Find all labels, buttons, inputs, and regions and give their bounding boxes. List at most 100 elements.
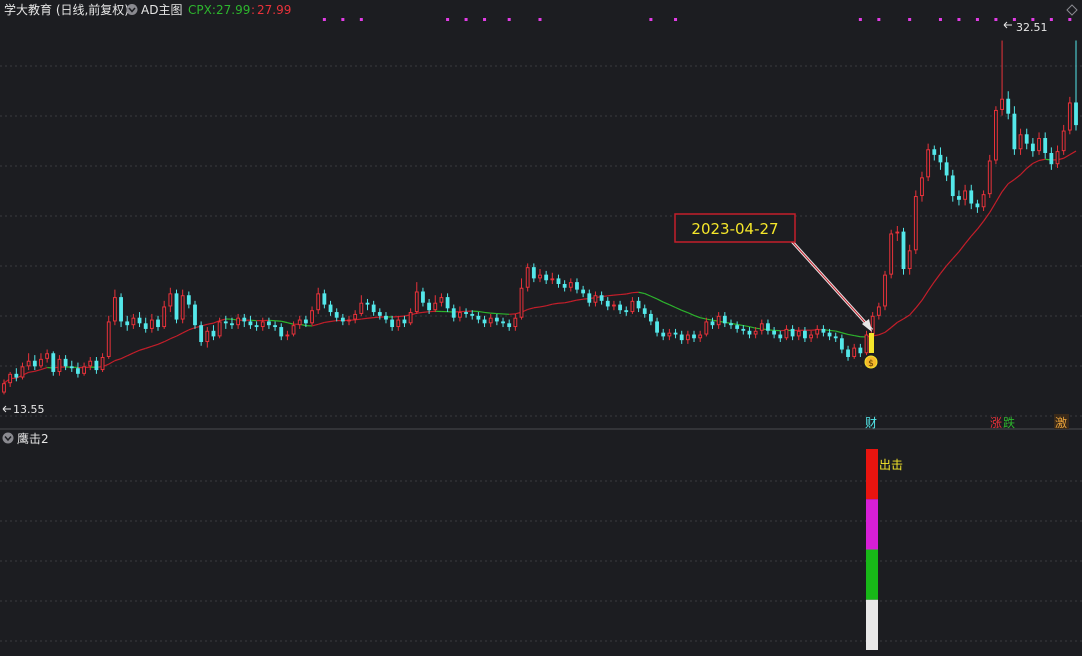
main-indicator-menu-icon[interactable] — [127, 4, 138, 15]
candle-body — [680, 335, 684, 341]
candle-body — [668, 333, 671, 336]
candle-body — [421, 291, 425, 302]
candle — [988, 155, 991, 198]
candle-body — [969, 190, 973, 203]
signal-marker — [976, 18, 979, 21]
candle-body — [64, 359, 68, 366]
candle-body — [532, 267, 536, 278]
candle-body — [785, 329, 788, 337]
event-tag-ji[interactable]: 激 — [1055, 416, 1067, 430]
candle-body — [83, 367, 86, 373]
candle-body — [138, 318, 142, 324]
candle — [884, 271, 887, 310]
candle-body — [884, 275, 887, 306]
candle-body — [754, 331, 757, 334]
candle-body — [403, 320, 407, 324]
candle-body — [501, 321, 505, 323]
cpx-value-red: 27.99 — [257, 3, 291, 17]
candle-body — [1062, 131, 1065, 151]
candle-body — [329, 305, 333, 312]
candle-body — [945, 162, 949, 175]
candle-body — [452, 308, 456, 317]
signal-marker — [957, 18, 960, 21]
candle-body — [249, 321, 253, 325]
candle-body — [587, 293, 591, 302]
candle-body — [890, 234, 893, 274]
signal-marker — [465, 18, 468, 21]
candle-body — [1043, 138, 1047, 153]
candle-body — [1025, 134, 1029, 143]
candle-body — [834, 336, 838, 338]
candle-body — [427, 303, 431, 310]
candle-body — [927, 150, 930, 177]
candle-body — [440, 298, 443, 303]
event-tag-zhang[interactable]: 涨 — [990, 415, 1002, 430]
candle-body — [828, 333, 832, 337]
candle-body — [821, 329, 825, 333]
signal-marker — [859, 18, 862, 21]
ma-segment — [485, 312, 491, 313]
candle — [1068, 97, 1071, 134]
candle-body — [14, 374, 18, 378]
candle-body — [840, 338, 844, 349]
event-tag-die[interactable]: 跌 — [1003, 415, 1015, 430]
signal-marker — [341, 18, 344, 21]
candle-body — [526, 268, 529, 288]
candle-body — [569, 283, 572, 288]
candle-body — [304, 320, 308, 324]
candle-body — [1056, 152, 1059, 164]
signal-bar-segment — [866, 600, 878, 650]
candle-body — [539, 275, 542, 278]
candle-body — [446, 297, 450, 308]
candle-body — [267, 321, 271, 325]
main-indicator-label[interactable]: AD主图 — [141, 3, 182, 17]
candle-body — [594, 296, 597, 302]
candle-body — [581, 290, 585, 294]
candle-body — [27, 361, 30, 366]
candle-body — [390, 320, 394, 327]
candle-body — [816, 329, 819, 334]
candle-body — [921, 178, 924, 196]
candle-body — [613, 305, 616, 306]
candle-body — [132, 318, 135, 324]
candle-body — [896, 232, 899, 233]
signal-marker — [1068, 18, 1071, 21]
candle-body — [348, 320, 351, 321]
chart-canvas[interactable]: 学大教育 (日线,前复权) AD主图 CPX: 27.99 : 27.99 32… — [0, 0, 1082, 652]
candle-body — [156, 320, 160, 327]
candle-body — [335, 312, 339, 318]
candle-body — [384, 316, 388, 320]
candle-body — [797, 331, 800, 336]
ma-segment — [361, 318, 367, 319]
candle-body — [932, 149, 936, 155]
candle-body — [699, 335, 702, 338]
candle-body — [778, 335, 782, 339]
candle-body — [939, 155, 943, 162]
sub-indicator-menu-icon[interactable] — [3, 433, 14, 444]
candle-body — [865, 335, 868, 353]
candle — [890, 230, 893, 279]
candle — [175, 290, 179, 324]
candle-body — [988, 161, 991, 194]
candle-body — [964, 191, 967, 199]
candle-body — [575, 282, 579, 289]
chart-window: 学大教育 (日线,前复权) AD主图 CPX: 27.99 : 27.99 32… — [0, 0, 1082, 652]
low-price-label: 13.55 — [13, 403, 45, 416]
candle-body — [551, 279, 554, 280]
candle-body — [507, 323, 511, 327]
candle-body — [354, 314, 357, 319]
candle-body — [631, 301, 634, 311]
event-tag-cai[interactable]: 财 — [865, 416, 877, 430]
candle-body — [994, 110, 997, 160]
candle-body — [372, 305, 376, 312]
ma-segment — [398, 316, 404, 317]
candle-body — [341, 318, 345, 322]
candle-body — [520, 288, 523, 317]
candle-body — [279, 327, 283, 336]
candle-body — [76, 368, 80, 374]
candle-body — [95, 361, 99, 370]
candle-body — [230, 323, 234, 325]
candle-body — [1019, 135, 1022, 149]
candle-body — [982, 195, 985, 207]
candle-body — [1012, 114, 1016, 150]
